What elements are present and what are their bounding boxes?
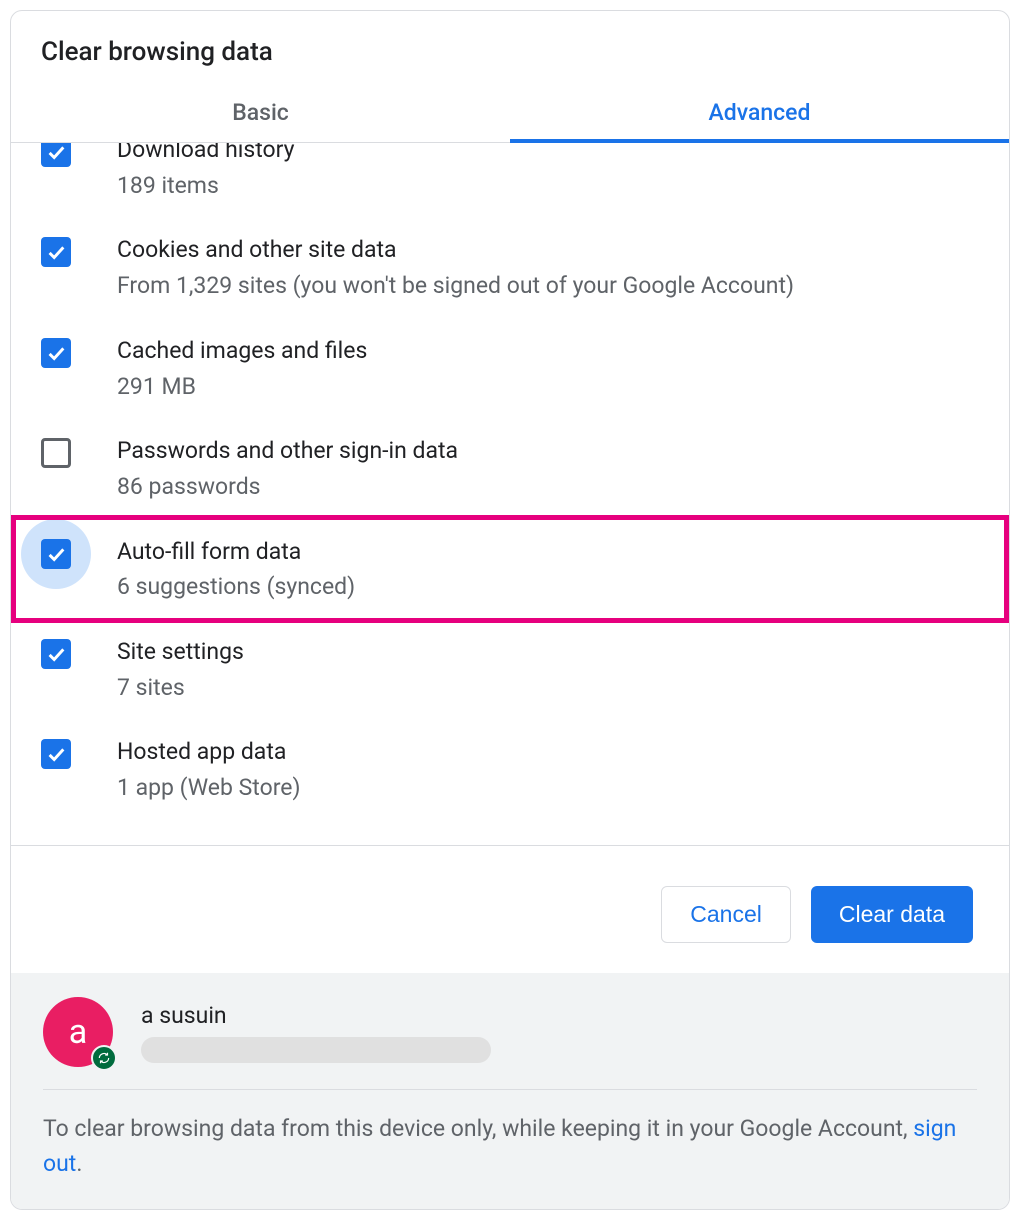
list-item[interactable]: Cached images and files 291 MB: [11, 320, 1009, 420]
footer-note-text: To clear browsing data from this device …: [43, 1115, 913, 1142]
item-title: Download history: [117, 143, 985, 165]
data-type-list: Download history 189 items Cookies and o…: [11, 143, 1009, 822]
item-subtitle: 189 items: [117, 165, 985, 204]
checkbox-autofill[interactable]: [41, 539, 71, 569]
dialog-title: Clear browsing data: [11, 11, 1009, 85]
list-item[interactable]: Site settings 7 sites: [11, 621, 1009, 721]
account-name: a susuin: [141, 1002, 491, 1029]
checkbox-passwords[interactable]: [41, 438, 71, 468]
item-subtitle: 1 app (Web Store): [117, 767, 985, 806]
check-icon: [45, 743, 67, 765]
dialog-tabs: Basic Advanced: [11, 85, 1009, 143]
item-subtitle: 7 sites: [117, 667, 985, 706]
sync-icon: [97, 1051, 111, 1065]
account-row: a a susuin: [43, 997, 977, 1090]
list-item[interactable]: Auto-fill form data 6 suggestions (synce…: [11, 521, 1009, 621]
check-icon: [45, 543, 67, 565]
check-icon: [45, 342, 67, 364]
dialog-actions: Cancel Clear data: [11, 845, 1009, 973]
item-title: Cookies and other site data: [117, 235, 985, 265]
item-title: Passwords and other sign-in data: [117, 436, 985, 466]
footer-note-suffix: .: [76, 1150, 82, 1177]
check-icon: [45, 241, 67, 263]
item-subtitle: 6 suggestions (synced): [117, 566, 985, 605]
tab-advanced[interactable]: Advanced: [510, 85, 1009, 142]
list-item[interactable]: Download history 189 items: [11, 143, 1009, 219]
checkbox-hosted-app-data[interactable]: [41, 739, 71, 769]
item-subtitle: 86 passwords: [117, 466, 985, 505]
list-item[interactable]: Passwords and other sign-in data 86 pass…: [11, 420, 1009, 520]
item-title: Auto-fill form data: [117, 537, 985, 567]
tab-basic[interactable]: Basic: [11, 85, 510, 142]
cancel-button[interactable]: Cancel: [661, 886, 791, 943]
item-title: Hosted app data: [117, 737, 985, 767]
checkbox-cookies[interactable]: [41, 237, 71, 267]
list-item[interactable]: Hosted app data 1 app (Web Store): [11, 721, 1009, 821]
data-type-list-scroll[interactable]: Download history 189 items Cookies and o…: [11, 143, 1009, 845]
account-email-redacted: [141, 1037, 491, 1063]
dialog-footer: a a susuin To clear browsing data from t…: [11, 973, 1009, 1209]
checkbox-cache[interactable]: [41, 338, 71, 368]
item-subtitle: From 1,329 sites (you won't be signed ou…: [117, 265, 985, 304]
check-icon: [45, 143, 67, 163]
checkbox-download-history[interactable]: [41, 143, 71, 167]
item-subtitle: 291 MB: [117, 366, 985, 405]
sync-badge: [91, 1045, 117, 1071]
item-title: Site settings: [117, 637, 985, 667]
footer-note: To clear browsing data from this device …: [43, 1112, 977, 1181]
list-item[interactable]: Cookies and other site data From 1,329 s…: [11, 219, 1009, 319]
clear-data-button[interactable]: Clear data: [811, 886, 973, 943]
clear-browsing-data-dialog: Clear browsing data Basic Advanced Downl…: [10, 10, 1010, 1210]
item-title: Cached images and files: [117, 336, 985, 366]
avatar-wrap: a: [43, 997, 113, 1067]
checkbox-site-settings[interactable]: [41, 639, 71, 669]
check-icon: [45, 643, 67, 665]
